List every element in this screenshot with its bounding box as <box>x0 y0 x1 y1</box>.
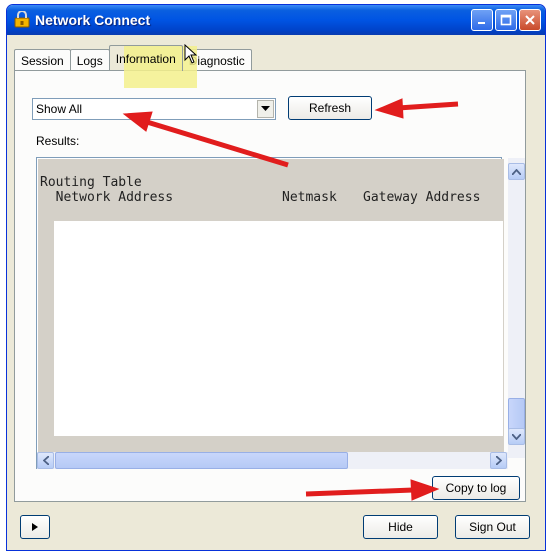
tab-information[interactable]: Information <box>108 45 183 71</box>
column-network-address: Network Address <box>40 190 174 205</box>
refresh-button[interactable]: Refresh <box>288 96 372 120</box>
tab-session[interactable]: Session <box>14 49 71 71</box>
triangle-right-icon <box>32 520 38 534</box>
maximize-button[interactable] <box>495 9 517 31</box>
scroll-up-icon[interactable] <box>508 163 525 180</box>
horizontal-scroll-thumb[interactable] <box>55 452 348 469</box>
horizontal-scrollbar[interactable] <box>37 452 508 469</box>
title-bar[interactable]: Network Connect <box>7 5 545 35</box>
tab-logs[interactable]: Logs <box>69 49 110 71</box>
hide-button[interactable]: Hide <box>363 515 438 539</box>
results-content-area <box>54 221 503 436</box>
tab-label: Logs <box>76 53 103 68</box>
column-gateway-address: Gateway Address <box>363 190 481 205</box>
close-button[interactable] <box>519 9 541 31</box>
sign-out-button[interactable]: Sign Out <box>455 515 530 539</box>
routing-table-heading: Routing Table <box>40 175 142 190</box>
chevron-down-icon[interactable] <box>257 100 274 118</box>
scroll-right-icon[interactable] <box>490 452 507 469</box>
expand-button[interactable] <box>20 515 50 539</box>
tab-label: Session <box>21 53 64 68</box>
column-netmask: Netmask <box>282 190 337 205</box>
tab-strip: Session Logs Information Diagnostic <box>14 45 252 71</box>
vertical-scrollbar[interactable] <box>508 158 525 458</box>
filter-select-value: Show All <box>36 102 83 116</box>
filter-select[interactable]: Show All <box>32 98 276 120</box>
scroll-left-icon[interactable] <box>37 452 54 469</box>
tab-label: Information <box>115 51 176 66</box>
mouse-cursor-icon <box>184 43 198 67</box>
scroll-down-icon[interactable] <box>508 428 525 445</box>
results-textarea[interactable]: Routing Table Network Address Netmask Ga… <box>36 157 504 469</box>
window-title: Network Connect <box>35 12 151 28</box>
results-label: Results: <box>36 134 80 148</box>
network-connect-app-icon <box>13 10 31 29</box>
copy-to-log-button[interactable]: Copy to log <box>432 476 520 500</box>
minimize-button[interactable] <box>471 9 493 31</box>
